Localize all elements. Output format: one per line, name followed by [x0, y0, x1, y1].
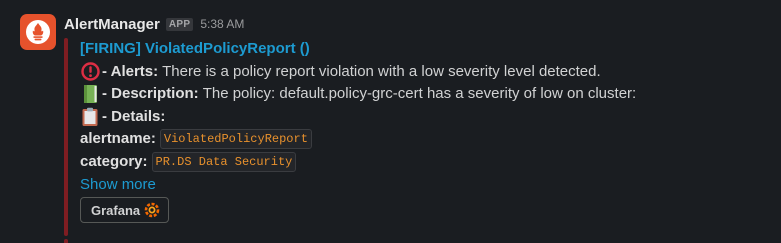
- field-alertname: alertname: ViolatedPolicyReport: [80, 128, 636, 151]
- description-label: - Description:: [102, 85, 199, 102]
- details-label: - Details:: [102, 107, 166, 125]
- description-line: - Description: The policy: default.polic…: [80, 83, 636, 106]
- alerts-line: - Alerts: There is a policy report viola…: [80, 61, 636, 84]
- sender-name[interactable]: AlertManager: [64, 16, 160, 33]
- alert-message: AlertManager APP 5:38 AM [FIRING] Violat…: [0, 0, 781, 243]
- field-value-code: ViolatedPolicyReport: [159, 129, 312, 150]
- field-key: category:: [80, 152, 148, 170]
- attachment-body: [FIRING] ViolatedPolicyReport () - Alert…: [80, 38, 636, 197]
- timestamp[interactable]: 5:38 AM: [200, 17, 244, 31]
- field-value-code: PR.DS Data Security: [151, 151, 297, 172]
- prometheus-logo-icon[interactable]: [20, 14, 56, 50]
- field-category: category: PR.DS Data Security: [80, 151, 636, 174]
- field-key: alertname:: [80, 130, 156, 147]
- alerts-text: There is a policy report violation with …: [162, 62, 601, 80]
- next-attachment-accent-bar: [64, 239, 68, 243]
- message-header: AlertManager APP 5:38 AM: [64, 14, 244, 34]
- show-more-link[interactable]: Show more: [80, 174, 636, 197]
- grafana-button[interactable]: Grafana: [80, 197, 170, 223]
- clipboard-icon: [80, 107, 100, 127]
- alert-title-link[interactable]: [FIRING] ViolatedPolicyReport (): [80, 38, 636, 61]
- app-badge: APP: [165, 17, 194, 31]
- description-text: The policy: default.policy-grc-cert has …: [202, 85, 637, 102]
- green-book-icon: [80, 84, 100, 104]
- exclamation-circle-icon: [80, 62, 100, 82]
- attachment-accent-bar: [64, 38, 68, 236]
- details-line: - Details:: [80, 106, 636, 129]
- grafana-logo-icon: [144, 202, 160, 218]
- alerts-label: - Alerts:: [102, 62, 159, 80]
- grafana-button-label: Grafana: [91, 202, 141, 218]
